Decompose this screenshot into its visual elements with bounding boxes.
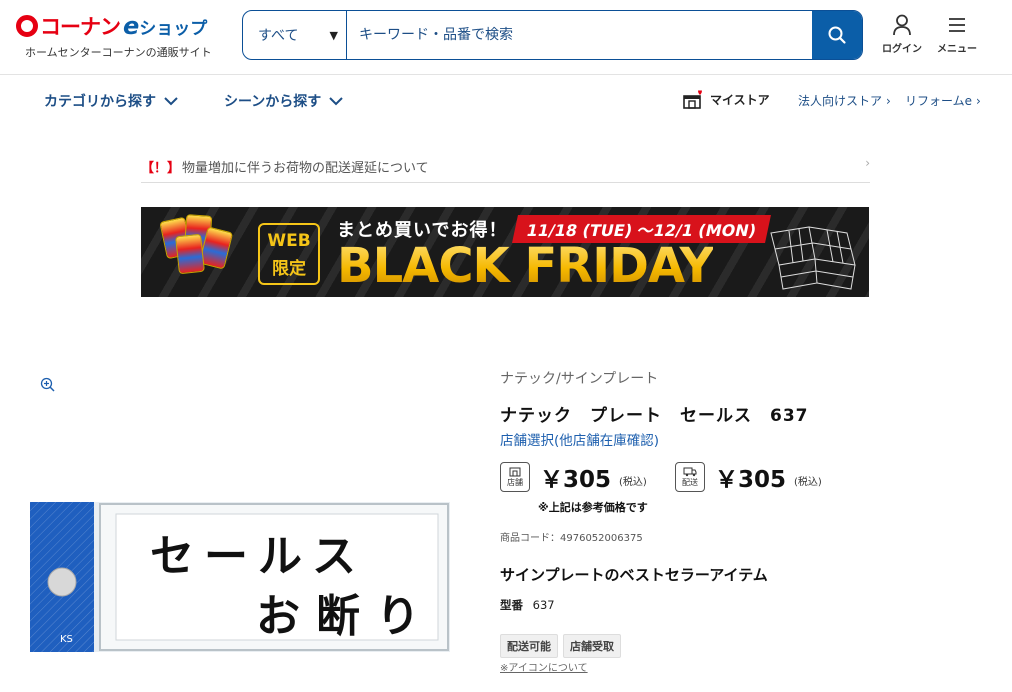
dropdown-triangle-icon: ▼ [329,28,338,42]
product-code: 商品コード：4976052006375 [500,533,643,544]
logo-shop: ショップ [139,18,208,39]
web-limited-badge: WEB 限定 [258,223,320,285]
mystore-link[interactable]: マイストア [683,89,770,109]
nav-reform-label: リフォームe [905,94,973,108]
nav-category-label: カテゴリから探す [44,94,156,110]
logo-e: e [123,12,140,40]
black-friday-banner[interactable]: WEB 限定 まとめ買いでお得！ 11/18 (TUE) ～12/1 (MON)… [141,207,869,297]
search-bar: すべて ▼ [242,10,863,60]
plate-text-line1: セールス [150,531,366,582]
wire-baskets-image [770,226,856,290]
svg-text:KS: KS [60,634,73,645]
chevron-right-icon: › [886,93,891,108]
search-button[interactable] [812,11,862,59]
delivery-notice[interactable]: 【！】 物量増加に伴うお荷物の配送遅延について › [141,150,870,183]
delivery-price-tax: (税込) [794,476,822,488]
store-icon [509,467,521,476]
login-button[interactable]: ログイン [877,14,927,55]
search-icon [828,26,846,44]
search-category-value: すべて [258,28,299,44]
store-price-tax: (税込) [619,476,647,488]
icon-about-link[interactable]: ※アイコンについて [500,659,588,674]
zoom-icon[interactable] [40,377,56,393]
nav-reform[interactable]: リフォームe › [905,92,981,109]
store-select-link[interactable]: 店舗選択(他店舗在庫確認) [500,429,659,449]
delivery-price-value: ￥305 [715,467,787,493]
store-heart-icon [683,90,702,109]
product-tagline: サインプレートのベストセラーアイテム [500,566,768,584]
store-badge: 店舗 [500,462,530,492]
search-input[interactable] [347,11,812,59]
logo-subtitle: ホームセンターコーナンの通販サイト [25,46,212,59]
model-value: 637 [532,598,555,612]
login-label: ログイン [882,44,922,55]
nav-corporate[interactable]: 法人向けストア › [798,92,891,109]
product-title: ナテック プレート セールス 637 [500,406,809,426]
service-tags: 配送可能 店舗受取 [500,634,621,658]
chevron-down-icon [329,96,344,105]
notice-text: 物量増加に伴うお荷物の配送遅延について [182,160,429,176]
hamburger-icon [949,18,965,32]
model-number: 型番 637 [500,597,555,613]
chevron-right-icon: › [976,93,981,108]
plate-text-line2: お断り [256,591,436,642]
nav-scene-label: シーンから探す [224,94,322,110]
delivery-badge: 配送 [675,462,705,492]
site-header: コーナン e ショップ ホームセンターコーナンの通販サイト すべて ▼ ログイン [0,0,1012,75]
banner-title: BLACK FRIDAY [337,238,714,294]
web-badge-top: WEB [267,231,311,251]
logo-text: コーナン [40,15,121,39]
cans-image [159,214,234,275]
site-logo[interactable]: コーナン e ショップ ホームセンターコーナンの通販サイト [16,12,226,62]
search-category-select[interactable]: すべて ▼ [243,11,347,59]
model-label: 型番 [500,598,523,612]
tag-delivery: 配送可能 [500,634,558,658]
web-badge-bottom: 限定 [272,259,306,279]
notice-mark: 【！】 [141,160,181,176]
chevron-right-icon: › [865,156,870,170]
mystore-label: マイストア [710,92,770,107]
reference-price-note: ※上記は参考価格です [538,501,648,514]
chevron-down-icon [164,96,178,105]
tag-store-pickup: 店舗受取 [563,634,621,658]
menu-button[interactable]: メニュー [932,14,982,55]
store-price: 店舗 ￥305 (税込) [500,460,647,494]
main-nav: カテゴリから探す シーンから探す マイストア 法人向けストア › リフォームe … [0,76,1012,124]
delivery-badge-label: 配送 [682,477,698,487]
nav-corporate-label: 法人向けストア [798,94,883,108]
store-badge-label: 店舗 [507,477,523,487]
product-image[interactable]: KS セールス お断り [30,502,450,652]
product-brand[interactable]: ナテック/サインプレート [500,368,658,388]
nav-scene[interactable]: シーンから探す [224,91,344,111]
nav-category[interactable]: カテゴリから探す [44,91,178,111]
menu-label: メニュー [937,44,977,55]
delivery-price: 配送 ￥305 (税込) [675,460,822,494]
store-price-value: ￥305 [540,467,612,493]
user-icon [893,14,911,36]
truck-icon [683,467,697,476]
logo-ring-icon [16,15,38,37]
